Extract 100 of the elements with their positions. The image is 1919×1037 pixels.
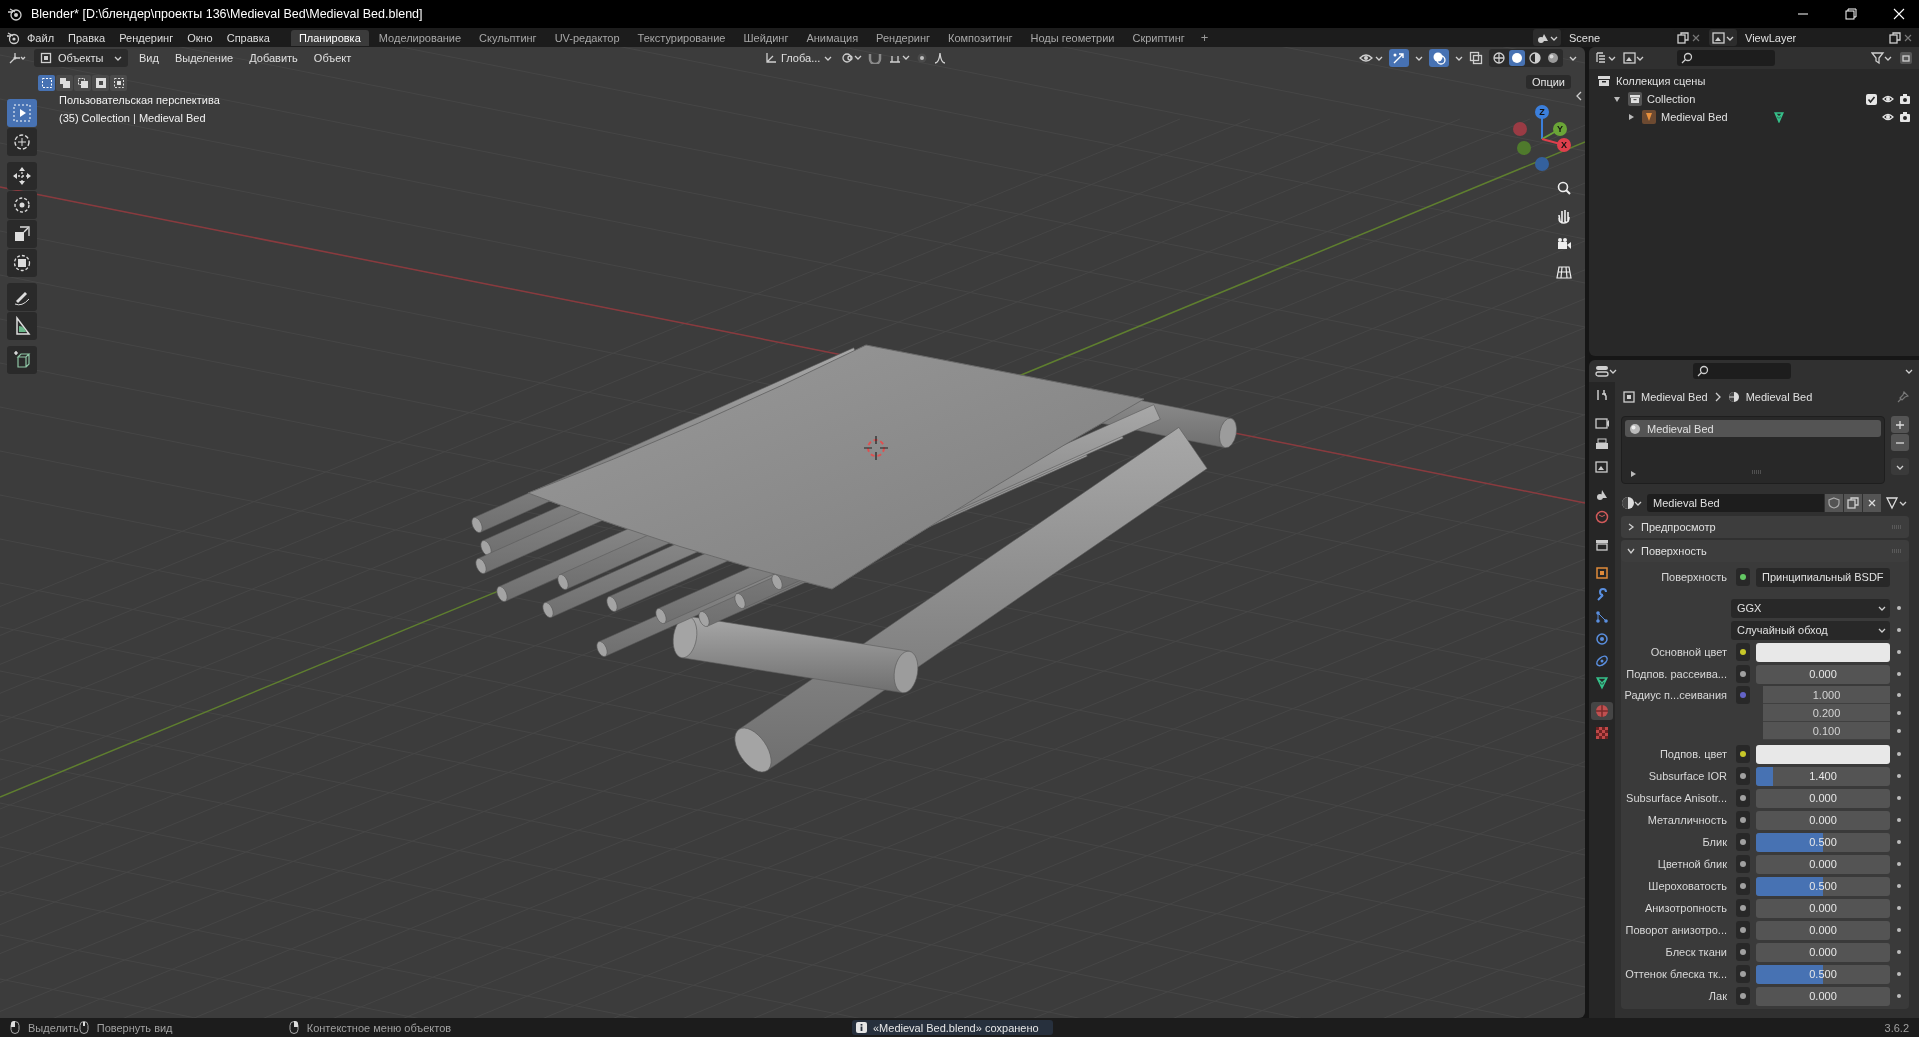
tool-button[interactable] xyxy=(7,99,37,127)
keyframe-dot[interactable] xyxy=(1896,729,1901,733)
copy-icon[interactable] xyxy=(1889,31,1901,44)
plus-icon[interactable] xyxy=(1895,419,1905,430)
menu-item[interactable]: Объект xyxy=(308,52,357,64)
dropdown[interactable]: GGX xyxy=(1731,598,1890,618)
pin-icon[interactable] xyxy=(1897,391,1909,403)
zoom-icon[interactable] xyxy=(1556,180,1572,196)
new-collection-icon[interactable] xyxy=(1899,51,1913,65)
axis-handle[interactable]: X xyxy=(1557,138,1571,152)
keyframe-dot[interactable] xyxy=(1896,928,1901,932)
axis-handle[interactable] xyxy=(1513,122,1527,136)
scene-selector-button[interactable] xyxy=(1533,29,1561,46)
workspace-tab[interactable]: Скриптинг xyxy=(1124,29,1193,46)
workspace-tab[interactable]: Композитинг xyxy=(940,29,1021,46)
material-slot[interactable]: Medieval Bed xyxy=(1625,420,1881,437)
expand-arrow-icon[interactable] xyxy=(1629,470,1637,478)
tool-button[interactable] xyxy=(7,249,37,277)
socket-button[interactable] xyxy=(1735,855,1750,873)
socket-button[interactable] xyxy=(1735,965,1750,983)
menu-item[interactable]: Справка xyxy=(219,31,277,44)
keyframe-dot[interactable] xyxy=(1896,884,1901,888)
chevron-down-icon[interactable] xyxy=(1627,547,1635,555)
value-slider[interactable]: 0.500 xyxy=(1756,876,1890,896)
tool-button[interactable] xyxy=(7,283,37,311)
editor-type-icon[interactable] xyxy=(1595,364,1617,378)
keyframe-dot[interactable] xyxy=(1896,906,1901,910)
keyframe-dot[interactable] xyxy=(1896,693,1901,697)
value-slider[interactable]: 0.000 xyxy=(1756,898,1890,918)
dropdown[interactable]: Случайный обход xyxy=(1731,620,1890,640)
tree-item-label[interactable]: Medieval Bed xyxy=(1661,111,1728,123)
number-field[interactable]: 0.200 xyxy=(1763,704,1890,722)
shading-mode-button[interactable] xyxy=(1545,50,1561,66)
options-dropdown[interactable]: Опции xyxy=(1525,75,1571,89)
axis-handle[interactable]: Y xyxy=(1553,122,1567,136)
tree-item-label[interactable]: Collection xyxy=(1647,93,1696,105)
keyframe-dot[interactable] xyxy=(1896,796,1901,800)
expanded-arrow-icon[interactable] xyxy=(1613,95,1621,103)
menu-item[interactable]: Добавить xyxy=(244,52,303,64)
tool-button[interactable] xyxy=(7,191,37,219)
socket-button[interactable] xyxy=(1735,767,1750,785)
tool-button[interactable] xyxy=(7,162,37,190)
search-field[interactable] xyxy=(1693,363,1791,379)
panel-title[interactable]: Предпросмотр xyxy=(1641,521,1716,533)
tree-item-label[interactable]: Коллекция сцены xyxy=(1616,75,1706,87)
menu-item[interactable]: Файл xyxy=(20,31,62,44)
mode-dropdown[interactable]: Объекты xyxy=(34,49,128,67)
workspace-tab[interactable]: Рендеринг xyxy=(868,29,939,46)
copy-icon[interactable] xyxy=(1677,31,1689,44)
socket-button[interactable] xyxy=(1735,643,1750,661)
magnet-icon[interactable] xyxy=(868,52,883,64)
filter-icon[interactable] xyxy=(1871,51,1893,65)
socket-button[interactable] xyxy=(1735,568,1750,586)
shading-mode-button[interactable] xyxy=(1491,50,1507,66)
tool-button[interactable] xyxy=(7,220,37,248)
workspace-tab[interactable]: Моделирование xyxy=(370,29,470,46)
keyframe-dot[interactable] xyxy=(1896,972,1901,976)
socket-button[interactable] xyxy=(1735,789,1750,807)
selection-mode-button[interactable] xyxy=(56,75,73,91)
hand-icon[interactable] xyxy=(1556,208,1572,224)
color-swatch[interactable] xyxy=(1756,642,1890,662)
scene-selector-button[interactable] xyxy=(1709,29,1737,46)
menu-item[interactable]: Вид xyxy=(134,52,164,64)
chevron-icon[interactable] xyxy=(1415,54,1423,62)
tool-button[interactable] xyxy=(7,128,37,156)
chevron-icon[interactable] xyxy=(1455,54,1463,62)
workspace-tab[interactable]: Планировка xyxy=(290,29,369,46)
axis-handle[interactable] xyxy=(1517,141,1531,155)
axis-handle[interactable]: Z xyxy=(1535,105,1549,119)
grid-icon[interactable] xyxy=(1556,264,1572,280)
keyframe-dot[interactable] xyxy=(1896,994,1901,998)
orientation-dropdown[interactable]: Глоба... xyxy=(760,49,837,67)
keyframe-dot[interactable] xyxy=(1896,650,1901,654)
workspace-tab[interactable]: Текстурирование xyxy=(629,29,734,46)
value-slider[interactable]: 0.500 xyxy=(1756,832,1890,852)
eye-icon[interactable] xyxy=(1882,111,1894,123)
keyframe-dot[interactable] xyxy=(1896,606,1901,610)
chevron-right-icon[interactable] xyxy=(1627,523,1635,531)
workspace-tab[interactable]: Скульптинг xyxy=(471,29,545,46)
blender-logo-icon[interactable] xyxy=(6,30,20,45)
add-workspace-button[interactable]: + xyxy=(1192,30,1217,45)
keyframe-dot[interactable] xyxy=(1896,950,1901,954)
filter-view-icon[interactable] xyxy=(1623,51,1645,65)
socket-button[interactable] xyxy=(1735,665,1750,683)
pivot-icon[interactable] xyxy=(842,52,863,64)
checkbox-checked-icon[interactable] xyxy=(1866,93,1877,105)
mesh-data-icon[interactable] xyxy=(1772,111,1785,123)
editor-type-icon[interactable] xyxy=(8,51,28,65)
proportional-icon[interactable] xyxy=(916,52,929,64)
workspace-tab[interactable]: Анимация xyxy=(798,29,867,46)
camera-icon[interactable] xyxy=(1899,93,1911,105)
menu-item[interactable]: Рендеринг xyxy=(112,31,181,44)
value-slider[interactable]: 0.500 xyxy=(1756,964,1890,984)
camera-icon[interactable] xyxy=(1556,236,1572,252)
eye-icon[interactable] xyxy=(1882,93,1894,105)
visibility-icon[interactable] xyxy=(1359,51,1383,65)
value-slider[interactable]: 1.400 xyxy=(1756,766,1890,786)
number-field[interactable]: 1.000 xyxy=(1763,686,1890,704)
keyframe-dot[interactable] xyxy=(1896,672,1901,676)
fake-user-shield-icon[interactable] xyxy=(1828,497,1840,509)
